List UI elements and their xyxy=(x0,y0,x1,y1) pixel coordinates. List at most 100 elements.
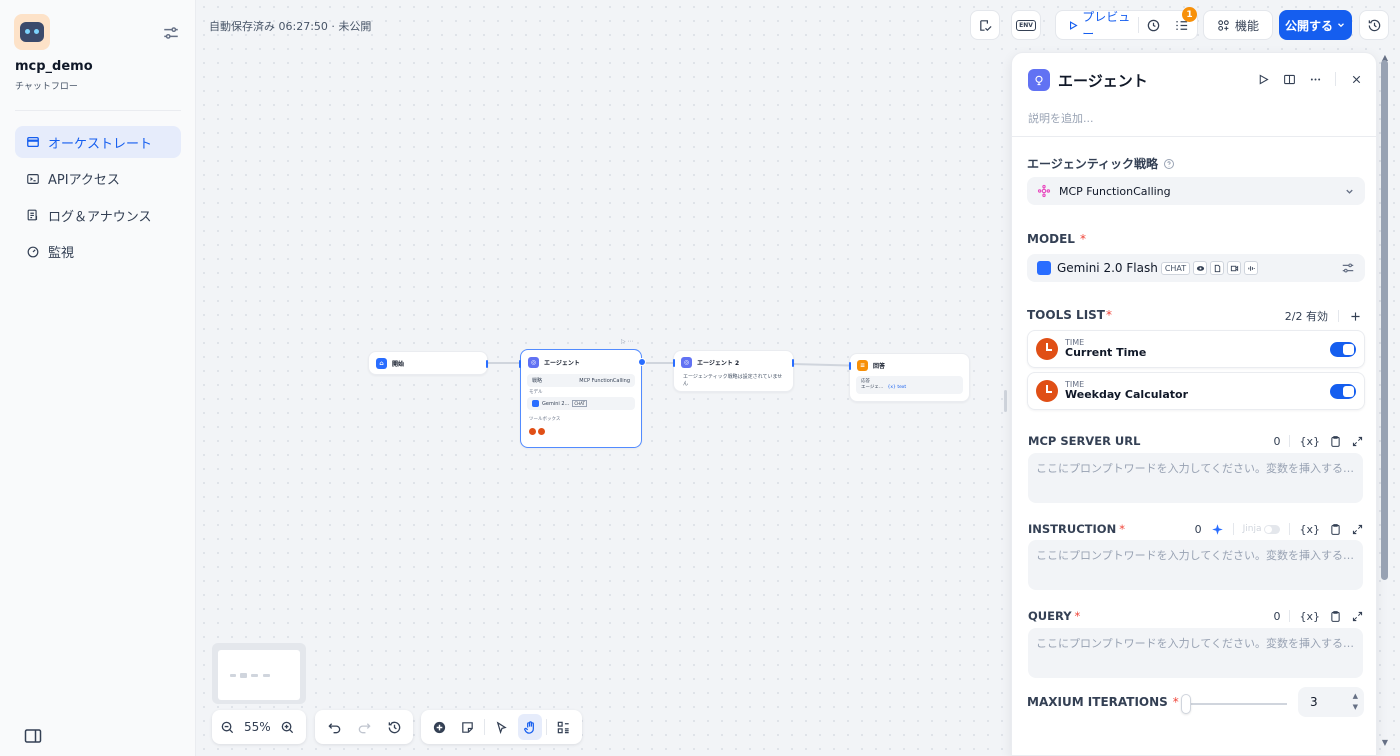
expand-icon[interactable] xyxy=(1351,610,1364,623)
sparkle-icon[interactable] xyxy=(1211,523,1224,536)
checklist-button[interactable] xyxy=(970,10,1000,40)
node-handle[interactable] xyxy=(673,359,675,367)
node-title: 回答 xyxy=(873,362,886,370)
add-note-button[interactable] xyxy=(456,714,481,740)
strategy-icon xyxy=(1037,184,1051,198)
add-tool-icon[interactable] xyxy=(1349,310,1362,323)
tool-enable-toggle[interactable] xyxy=(1330,383,1356,399)
features-label: 機能 xyxy=(1234,18,1259,33)
publish-label: 公開する xyxy=(1284,18,1333,33)
node-handle[interactable] xyxy=(486,360,488,368)
iterations-slider-thumb[interactable] xyxy=(1181,694,1192,714)
gemini-icon xyxy=(532,400,539,407)
add-next-node-handle[interactable] xyxy=(638,358,646,366)
zoom-controls: 55% xyxy=(212,710,306,744)
preview-group: プレビュー xyxy=(1055,10,1198,41)
chevron-down-icon xyxy=(1346,189,1353,194)
node-actions-icon[interactable]: ▷ ⋯ xyxy=(621,338,634,345)
clipboard-icon[interactable] xyxy=(1329,435,1342,448)
node-agent[interactable]: ◎ エージェント 戦略 MCP FunctionCalling モデル Gemini… xyxy=(519,349,646,448)
zoom-in-button[interactable] xyxy=(279,714,297,740)
increment-icon[interactable]: ▲ xyxy=(1353,691,1358,702)
pointer-mode-button[interactable] xyxy=(489,714,514,740)
sidebar-item-label: ログ＆アナウンス xyxy=(48,209,152,225)
scroll-down-icon[interactable]: ▼ xyxy=(1381,739,1389,747)
sidebar-item-logs[interactable]: ログ＆アナウンス xyxy=(15,199,181,231)
node-handle[interactable] xyxy=(792,359,794,367)
sidebar-item-monitoring[interactable]: 監視 xyxy=(15,236,181,268)
tools-count: 2/2 有効 xyxy=(1284,310,1328,323)
model-select[interactable]: Gemini 2.0 Flash CHAT xyxy=(1027,254,1365,282)
add-node-button[interactable] xyxy=(427,714,452,740)
clipboard-icon[interactable] xyxy=(1329,523,1342,536)
help-icon[interactable] xyxy=(1163,158,1175,170)
sidebar-item-orchestrate[interactable]: オーケストレート xyxy=(15,126,181,158)
history-run-button[interactable] xyxy=(1139,11,1167,39)
plus-circle-icon xyxy=(433,721,445,733)
node-answer[interactable]: ≡ 回答 応答 エージェ... {x} text xyxy=(849,353,970,402)
split-view-button[interactable] xyxy=(1279,69,1299,89)
tool-card-current-time[interactable]: TIME Current Time xyxy=(1027,330,1365,368)
sidebar-toggle-icon[interactable] xyxy=(24,728,42,744)
node-start[interactable]: ⌂ 開始 xyxy=(368,351,488,375)
publish-button[interactable]: 公開する xyxy=(1279,10,1352,40)
expand-icon[interactable] xyxy=(1351,523,1364,536)
redo-button[interactable] xyxy=(351,714,377,740)
app-icon xyxy=(14,14,50,50)
features-button[interactable]: 機能 xyxy=(1203,10,1273,40)
sidebar-item-api-access[interactable]: APIアクセス xyxy=(15,163,181,195)
app-type: チャットフロー xyxy=(15,82,78,92)
zoom-level[interactable]: 55% xyxy=(240,720,275,734)
query-input[interactable]: ここにプロンプトワードを入力してください。変数を挿入するには「{」を、... xyxy=(1028,628,1363,678)
node-title: エージェント xyxy=(544,359,580,367)
version-history-button[interactable] xyxy=(1359,10,1389,40)
change-history-button[interactable] xyxy=(381,714,407,740)
decrement-icon[interactable]: ▼ xyxy=(1353,702,1358,713)
insert-variable-button[interactable]: {x} xyxy=(1299,523,1320,536)
instruction-input[interactable]: ここにプロンプトワードを入力してください。変数を挿入するには「{」を、... xyxy=(1028,540,1363,590)
organize-nodes-button[interactable] xyxy=(551,714,576,740)
sidebar-nav: オーケストレート APIアクセス ログ＆アナウンス 監視 xyxy=(15,126,181,272)
clipboard-icon[interactable] xyxy=(1329,610,1342,623)
agent-icon: ◎ xyxy=(681,356,692,368)
zoom-out-icon xyxy=(221,721,233,733)
tool-enable-toggle[interactable] xyxy=(1330,341,1356,357)
clock-icon xyxy=(1036,338,1058,360)
preview-button[interactable]: プレビュー xyxy=(1056,10,1138,41)
model-chip: CHAT xyxy=(1160,261,1191,275)
undo-button[interactable] xyxy=(321,714,347,740)
minimap-viewport xyxy=(218,650,300,700)
strategy-select[interactable]: MCP FunctionCalling xyxy=(1027,177,1365,205)
expand-icon[interactable] xyxy=(1351,435,1364,448)
tools-label: TOOLS LIST xyxy=(1027,308,1105,322)
run-node-button[interactable] xyxy=(1253,69,1273,89)
grid-features-icon xyxy=(1218,19,1229,31)
insert-variable-button[interactable]: {x} xyxy=(1299,610,1320,623)
description-input[interactable]: 説明を追加... xyxy=(1028,110,1094,126)
strategy-label: エージェンティック戦略 xyxy=(1027,157,1159,171)
model-label: モデル xyxy=(529,390,543,395)
mcp-server-url-input[interactable]: ここにプロンプトワードを入力してください。変数を挿入するには「{」を、... xyxy=(1028,453,1363,503)
app-settings-icon[interactable] xyxy=(162,24,180,42)
zoom-out-button[interactable] xyxy=(218,714,236,740)
tool-name: Weekday Calculator xyxy=(1065,388,1188,402)
more-options-button[interactable] xyxy=(1305,69,1325,89)
node-handle[interactable] xyxy=(519,360,521,368)
tool-card-weekday-calculator[interactable]: TIME Weekday Calculator xyxy=(1027,372,1365,410)
tool-icon xyxy=(538,428,545,435)
model-settings-icon[interactable] xyxy=(1341,261,1355,275)
node-agent-2[interactable]: ◎ エージェント 2 エージェンティック戦略は設定されていません xyxy=(673,350,794,392)
hand-mode-button[interactable] xyxy=(517,714,543,740)
insert-variable-button[interactable]: {x} xyxy=(1299,435,1320,448)
env-button[interactable]: ENV xyxy=(1011,10,1041,40)
iterations-input[interactable]: 3 ▲ ▼ xyxy=(1298,687,1364,717)
node-handle[interactable] xyxy=(849,362,851,370)
panel-resize-handle[interactable] xyxy=(1004,390,1007,412)
close-panel-button[interactable] xyxy=(1346,69,1366,89)
node-title: 開始 xyxy=(392,360,405,368)
video-icon xyxy=(1227,261,1242,275)
minimap[interactable] xyxy=(212,643,306,704)
panel-scrollbar[interactable] xyxy=(1381,60,1388,580)
jinja-toggle[interactable]: Jinja xyxy=(1243,524,1281,534)
iterations-slider-track[interactable] xyxy=(1182,703,1287,705)
